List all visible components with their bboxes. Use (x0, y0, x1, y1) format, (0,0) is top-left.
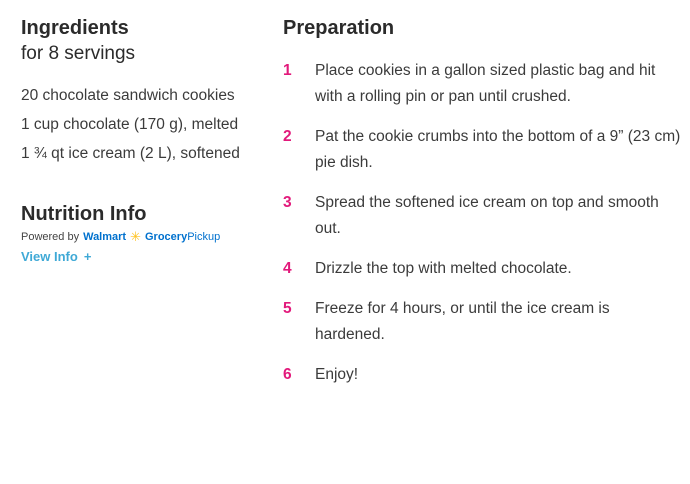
step-number: 1 (283, 62, 292, 79)
step-number: 4 (283, 260, 292, 277)
step-number: 2 (283, 128, 292, 145)
step-number: 3 (283, 194, 292, 211)
nutrition-section: Nutrition Info Powered by Walmart ✳ Groc… (21, 202, 241, 266)
plus-icon: + (83, 249, 92, 264)
preparation-panel: Preparation 1 Place cookies in a gallon … (283, 16, 683, 402)
grocery-brand-text: Grocery (145, 230, 188, 243)
step-number: 6 (283, 366, 292, 383)
step-item: 2 Pat the cookie crumbs into the bottom … (283, 124, 683, 176)
nutrition-title: Nutrition Info (21, 203, 147, 225)
step-item: 4 Drizzle the top with melted chocolate. (283, 256, 683, 282)
step-item: 5 Freeze for 4 hours, or until the ice c… (283, 296, 683, 348)
powered-by-line: Powered by Walmart ✳ GroceryPickup (21, 230, 241, 243)
ingredients-list: 20 chocolate sandwich cookies 1 cup choc… (21, 85, 241, 164)
walmart-brand-text: Walmart (83, 230, 127, 243)
walmart-spark-icon: ✳ (130, 229, 141, 244)
view-info-link[interactable]: View Info + (21, 249, 91, 264)
step-text: Enjoy! (315, 366, 359, 383)
powered-by-label: Powered by (21, 230, 80, 243)
preparation-title: Preparation (283, 17, 395, 39)
grocery-pickup-logo: GroceryPickup (145, 231, 220, 243)
ingredient-item: 20 chocolate sandwich cookies (21, 87, 235, 104)
ingredient-item: 1 ¾ qt ice cream (2 L), softened (21, 145, 240, 162)
step-item: 1 Place cookies in a gallon sized plasti… (283, 58, 683, 110)
step-text: Drizzle the top with melted chocolate. (315, 260, 572, 277)
step-text: Freeze for 4 hours, or until the ice cre… (315, 300, 610, 343)
preparation-steps: 1 Place cookies in a gallon sized plasti… (283, 58, 683, 388)
step-item: 6 Enjoy! (283, 362, 683, 388)
servings-label: for 8 servings (21, 43, 136, 64)
ingredients-panel: Ingredients for 8 servings 20 chocolate … (21, 16, 241, 266)
ingredient-item: 1 cup chocolate (170 g), melted (21, 116, 239, 133)
step-text: Pat the cookie crumbs into the bottom of… (315, 128, 681, 171)
view-info-label: View Info (21, 249, 78, 264)
step-number: 5 (283, 300, 292, 317)
step-text: Place cookies in a gallon sized plastic … (315, 62, 656, 105)
ingredients-title: Ingredients (21, 17, 129, 39)
pickup-brand-text: Pickup (187, 230, 221, 243)
step-item: 3 Spread the softened ice cream on top a… (283, 190, 683, 242)
step-text: Spread the softened ice cream on top and… (315, 194, 659, 237)
